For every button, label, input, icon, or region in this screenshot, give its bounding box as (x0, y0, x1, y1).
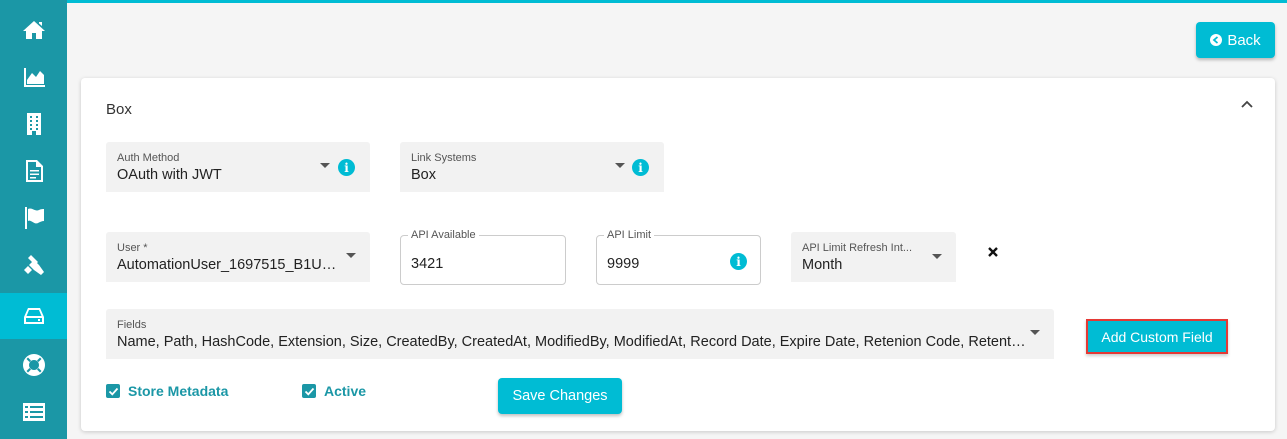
api-available-label: API Available (408, 229, 479, 241)
gavel-icon (23, 255, 44, 275)
back-arrow-icon (1210, 34, 1223, 46)
add-custom-field-button[interactable]: Add Custom Field (1086, 319, 1228, 354)
store-metadata-checkbox[interactable]: Store Metadata (106, 383, 228, 399)
api-available-field[interactable]: API Available (400, 229, 566, 285)
fields-value: Name, Path, HashCode, Extension, Size, C… (117, 334, 1027, 350)
link-systems-label: Link Systems (411, 152, 477, 164)
api-limit-label: API Limit (604, 229, 655, 241)
life-ring-icon (22, 354, 45, 376)
checkbox-checked-icon (106, 384, 120, 398)
api-refresh-label: API Limit Refresh Int... (802, 242, 913, 254)
checkbox-checked-icon (302, 384, 316, 398)
sidebar-item-support[interactable] (0, 342, 67, 388)
top-accent-line (0, 0, 1287, 3)
api-refresh-value: Month (802, 257, 843, 273)
store-metadata-label: Store Metadata (128, 383, 229, 399)
api-limit-field[interactable]: API Limit i (596, 229, 761, 285)
card-title: Box (106, 101, 132, 118)
save-changes-button[interactable]: Save Changes (498, 378, 622, 414)
document-icon (25, 160, 43, 182)
back-label: Back (1227, 31, 1261, 49)
info-icon[interactable]: i (730, 253, 747, 270)
auth-method-value: OAuth with JWT (117, 167, 222, 183)
caret-down-icon (615, 163, 625, 168)
info-icon[interactable]: i (632, 159, 649, 176)
sidebar-item-analytics[interactable] (0, 54, 67, 100)
api-limit-input[interactable] (607, 256, 727, 272)
caret-down-icon (932, 254, 942, 259)
flag-icon (24, 207, 44, 229)
back-button[interactable]: Back (1196, 22, 1275, 58)
caret-down-icon (320, 163, 330, 168)
auth-method-label: Auth Method (117, 152, 180, 164)
drive-icon (23, 308, 44, 324)
auth-method-select[interactable]: Auth Method OAuth with JWT i (106, 142, 370, 192)
info-icon[interactable]: i (338, 159, 355, 176)
user-value: AutomationUser_1697515_B1UFVy (117, 257, 339, 273)
sidebar (0, 0, 67, 439)
api-available-input[interactable] (411, 256, 531, 272)
link-systems-value: Box (411, 167, 436, 183)
sidebar-item-documents[interactable] (0, 148, 67, 194)
sidebar-item-home[interactable] (0, 7, 67, 53)
building-icon (26, 113, 41, 135)
sidebar-item-storage[interactable] (0, 293, 67, 339)
integration-card: Box Auth Method OAuth with JWT i Link Sy… (81, 78, 1275, 431)
api-refresh-interval-select[interactable]: API Limit Refresh Int... Month (791, 232, 956, 282)
close-icon[interactable] (987, 246, 999, 258)
caret-down-icon (346, 253, 356, 258)
user-label: User * (117, 242, 148, 254)
fields-label: Fields (117, 319, 147, 331)
sidebar-item-legal[interactable] (0, 242, 67, 288)
chevron-up-icon[interactable] (1238, 96, 1256, 114)
user-select[interactable]: User * AutomationUser_1697515_B1UFVy (106, 232, 370, 282)
caret-down-icon (1030, 330, 1040, 335)
fields-select[interactable]: Fields Name, Path, HashCode, Extension, … (106, 309, 1054, 359)
list-icon (22, 403, 45, 421)
sidebar-item-flags[interactable] (0, 195, 67, 241)
active-checkbox[interactable]: Active (302, 383, 366, 399)
sidebar-item-organization[interactable] (0, 101, 67, 147)
home-icon (22, 21, 45, 39)
link-systems-select[interactable]: Link Systems Box i (400, 142, 664, 192)
active-label: Active (324, 383, 367, 399)
sidebar-item-list[interactable] (0, 389, 67, 435)
area-chart-icon (23, 68, 45, 87)
